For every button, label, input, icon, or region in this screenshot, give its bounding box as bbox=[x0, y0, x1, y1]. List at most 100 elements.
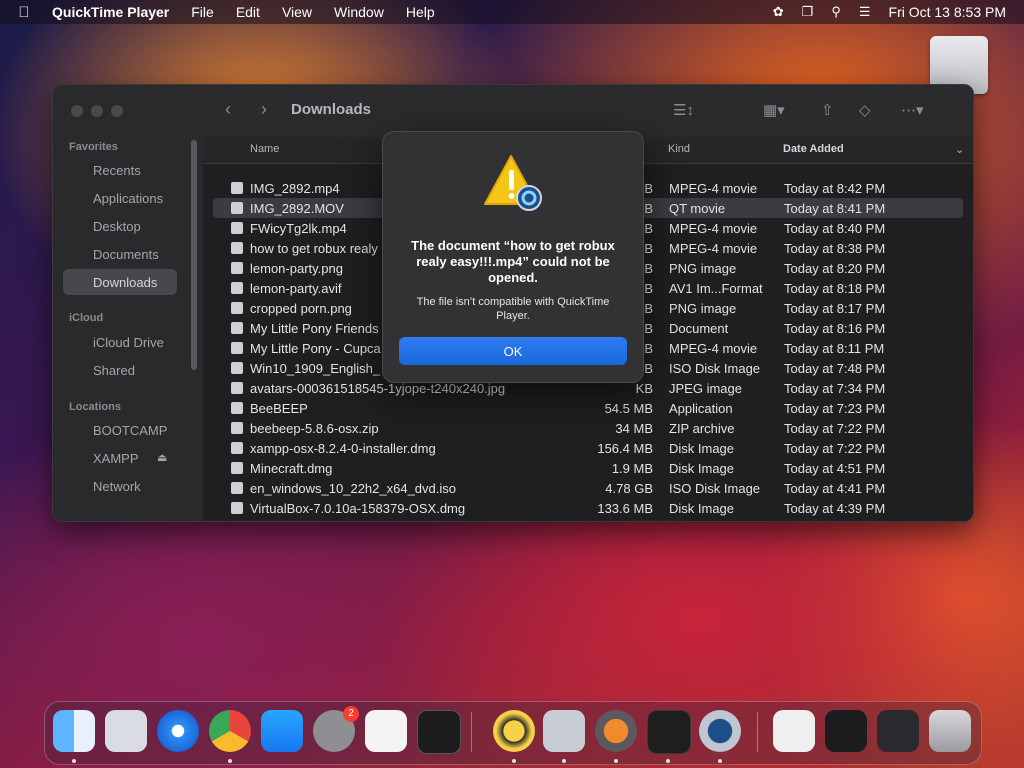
column-kind[interactable]: Kind bbox=[668, 143, 690, 155]
folder-stack-icon[interactable] bbox=[773, 710, 815, 752]
sidebar-item-desktop[interactable]: Desktop bbox=[93, 219, 141, 234]
app-utility-icon[interactable] bbox=[543, 710, 585, 752]
quicktime-icon[interactable] bbox=[699, 710, 741, 752]
menu-help[interactable]: Help bbox=[406, 4, 435, 20]
sidebar-item-downloads[interactable]: Downloads bbox=[93, 275, 157, 290]
sidebar-item-shared[interactable]: Shared bbox=[93, 363, 135, 378]
file-icon bbox=[231, 282, 243, 294]
sort-chevron-down-icon[interactable]: ⌄ bbox=[955, 143, 964, 156]
file-icon bbox=[231, 302, 243, 314]
sidebar-header-locations: Locations bbox=[69, 401, 121, 413]
file-icon bbox=[231, 482, 243, 494]
sidebar-header-favorites: Favorites bbox=[69, 141, 118, 153]
menu-file[interactable]: File bbox=[191, 4, 214, 20]
window-thumb-icon[interactable] bbox=[877, 710, 919, 752]
list-view-icon[interactable]: ☰↕ bbox=[673, 101, 694, 119]
terminal-icon[interactable] bbox=[417, 710, 461, 754]
file-icon bbox=[231, 262, 243, 274]
sidebar-scrollbar[interactable] bbox=[191, 140, 197, 370]
file-icon bbox=[231, 502, 243, 514]
sidebar-header-icloud: iCloud bbox=[69, 312, 104, 324]
menubar-clock[interactable]: Fri Oct 13 8:53 PM bbox=[889, 4, 1006, 20]
table-row[interactable]: VirtualBox-7.0.10a-158379-OSX.dmg 133.6 … bbox=[213, 498, 963, 518]
control-center-icon[interactable]: ☰ bbox=[859, 4, 871, 20]
table-row[interactable]: beebeep-5.8.6-osx.zip 34 MB ZIP archive … bbox=[213, 418, 963, 438]
file-icon bbox=[231, 442, 243, 454]
finder-icon[interactable] bbox=[53, 710, 95, 752]
apple-menu-icon[interactable]:  bbox=[14, 4, 34, 21]
file-icon bbox=[231, 462, 243, 474]
screenshot-icon[interactable] bbox=[825, 710, 867, 752]
downloader-icon[interactable] bbox=[595, 710, 637, 752]
beebeep-status-icon[interactable]: ✿ bbox=[773, 4, 784, 20]
vscode-icon[interactable] bbox=[647, 710, 691, 754]
running-indicator bbox=[562, 759, 566, 763]
safari-icon[interactable] bbox=[157, 710, 199, 752]
file-icon bbox=[231, 182, 243, 194]
minimize-window-icon[interactable] bbox=[91, 105, 103, 117]
table-row[interactable]: en_windows_10_22h2_x64_dvd.iso 4.78 GB I… bbox=[213, 478, 963, 498]
zoom-window-icon[interactable] bbox=[111, 105, 123, 117]
group-icon[interactable]: ▦▾ bbox=[763, 101, 785, 119]
back-chevron-icon[interactable]: ‹ bbox=[225, 99, 231, 120]
file-icon bbox=[231, 242, 243, 254]
menu-edit[interactable]: Edit bbox=[236, 4, 260, 20]
eject-icon[interactable]: ⏏ bbox=[157, 451, 167, 464]
dock-separator bbox=[471, 712, 472, 752]
notification-badge: 2 bbox=[343, 706, 359, 722]
share-icon[interactable]: ⇧ bbox=[821, 101, 834, 119]
file-icon bbox=[231, 322, 243, 334]
column-name[interactable]: Name bbox=[250, 143, 279, 155]
file-icon bbox=[231, 222, 243, 234]
sidebar-item-network[interactable]: Network bbox=[93, 479, 141, 494]
window-title: Downloads bbox=[291, 101, 372, 118]
menu-window[interactable]: Window bbox=[334, 4, 384, 20]
sidebar-item-recents[interactable]: Recents bbox=[93, 163, 141, 178]
trash-icon[interactable] bbox=[929, 710, 971, 752]
app-menu[interactable]: QuickTime Player bbox=[52, 4, 169, 20]
beebeep-icon[interactable] bbox=[493, 710, 535, 752]
app-store-icon[interactable] bbox=[261, 710, 303, 752]
alert-message: The document “how to get robux realy eas… bbox=[411, 238, 615, 285]
dock: 2 bbox=[44, 701, 982, 765]
window-controls bbox=[71, 105, 131, 117]
sidebar-item-icloud-drive[interactable]: iCloud Drive bbox=[93, 335, 164, 350]
ok-button[interactable]: OK bbox=[399, 337, 627, 365]
file-icon bbox=[231, 422, 243, 434]
sidebar-item-xampp[interactable]: XAMPP bbox=[93, 451, 139, 466]
tag-icon[interactable]: ◇ bbox=[859, 101, 871, 119]
column-date-added[interactable]: Date Added bbox=[783, 143, 844, 155]
sidebar-item-bootcamp[interactable]: BOOTCAMP bbox=[93, 423, 167, 438]
table-row[interactable]: BeeBEEP 54.5 MB Application Today at 7:2… bbox=[213, 398, 963, 418]
file-icon bbox=[231, 202, 243, 214]
dock-separator bbox=[757, 712, 758, 752]
file-icon bbox=[231, 402, 243, 414]
menu-view[interactable]: View bbox=[282, 4, 312, 20]
running-indicator bbox=[614, 759, 618, 763]
table-row[interactable]: Minecraft.dmg 1.9 MB Disk Image Today at… bbox=[213, 458, 963, 478]
forward-chevron-icon[interactable]: › bbox=[261, 99, 267, 120]
close-window-icon[interactable] bbox=[71, 105, 83, 117]
running-indicator bbox=[666, 759, 670, 763]
file-icon bbox=[231, 382, 243, 394]
textedit-icon[interactable] bbox=[365, 710, 407, 752]
warning-icon bbox=[484, 155, 542, 211]
file-icon bbox=[231, 362, 243, 374]
system-settings-icon[interactable]: 2 bbox=[313, 706, 359, 752]
launchpad-icon[interactable] bbox=[105, 710, 147, 752]
finder-sidebar: Favorites Recents Applications Desktop D… bbox=[53, 85, 203, 521]
menu-bar:  QuickTime Player File Edit View Window… bbox=[0, 0, 1024, 24]
sidebar-item-applications[interactable]: Applications bbox=[93, 191, 163, 206]
alert-dialog: The document “how to get robux realy eas… bbox=[382, 131, 644, 383]
chrome-icon[interactable] bbox=[209, 710, 251, 752]
running-indicator bbox=[718, 759, 722, 763]
alert-informative-text: The file isn’t compatible with QuickTime… bbox=[416, 296, 610, 322]
running-indicator bbox=[72, 759, 76, 763]
sidebar-item-documents[interactable]: Documents bbox=[93, 247, 159, 262]
file-icon bbox=[231, 342, 243, 354]
table-row[interactable]: xampp-osx-8.2.4-0-installer.dmg 156.4 MB… bbox=[213, 438, 963, 458]
more-actions-icon[interactable]: ⋯▾ bbox=[901, 101, 924, 119]
spotlight-search-icon[interactable]: ⚲ bbox=[831, 4, 841, 20]
screen-mirroring-icon[interactable]: ❐ bbox=[802, 4, 814, 20]
running-indicator bbox=[228, 759, 232, 763]
